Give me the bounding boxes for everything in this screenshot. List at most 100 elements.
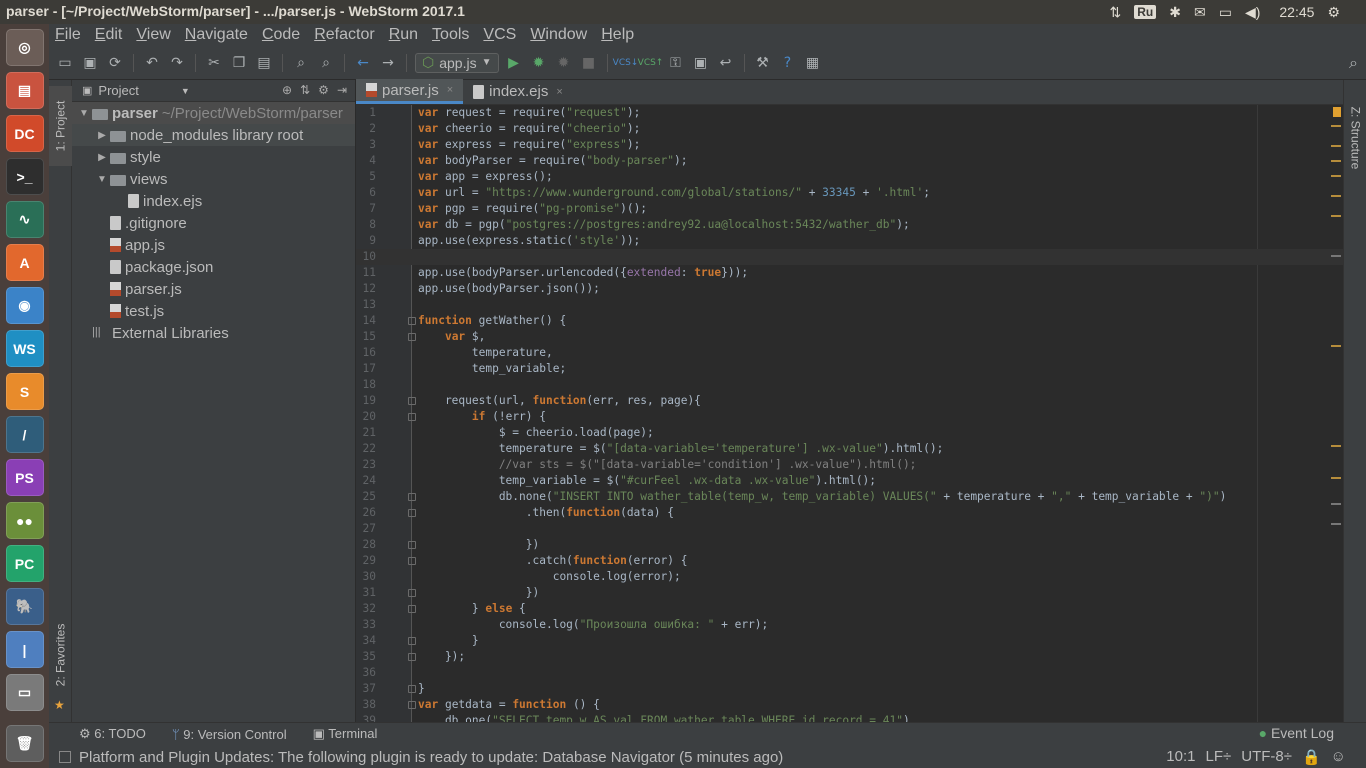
todo-tool-tab[interactable]: ⚙ 6: TODO — [79, 726, 146, 742]
tree-item[interactable]: ||| External Libraries — [72, 322, 355, 344]
code-line[interactable]: 16 temperature, — [356, 345, 1343, 361]
pycharm-icon[interactable]: PC — [5, 545, 44, 582]
bluetooth-icon[interactable]: ✱ — [1169, 4, 1181, 21]
code-line[interactable]: 39 db.one("SELECT temp_w AS val FROM wat… — [356, 713, 1343, 722]
code-line[interactable]: 13 — [356, 297, 1343, 313]
tree-item[interactable]: parser.js — [72, 278, 355, 300]
copy-icon[interactable]: ❐ — [229, 53, 249, 73]
keyboard-layout-indicator[interactable]: Ru — [1134, 5, 1157, 19]
code-line[interactable]: 23 //var sts = $("[data-variable='condit… — [356, 457, 1343, 473]
paste-icon[interactable]: ▤ — [254, 53, 274, 73]
expand-arrow-icon[interactable]: ▼ — [94, 174, 110, 185]
doublecmd-icon[interactable]: DC — [5, 115, 44, 152]
search-everywhere-icon[interactable]: ⌕ — [1349, 53, 1358, 73]
fold-marker-icon[interactable] — [408, 605, 416, 613]
code-line[interactable]: 15 var $, — [356, 329, 1343, 345]
terminal-tool-icon[interactable]: ▦ — [803, 53, 823, 73]
warning-mark[interactable] — [1331, 195, 1341, 197]
line-separator[interactable]: LF÷ — [1206, 748, 1232, 766]
clock[interactable]: 22:45 — [1279, 4, 1314, 20]
tab-index-ejs[interactable]: index.ejs × — [463, 79, 573, 104]
debug-icon[interactable]: ✹ — [529, 53, 549, 73]
back-icon[interactable]: ← — [353, 53, 373, 73]
code-line[interactable]: 12 app.use(bodyParser.json()); — [356, 281, 1343, 297]
expand-arrow-icon[interactable]: ▶ — [94, 152, 110, 163]
code-line[interactable]: 7 var pgp = require("pg-promise")(); — [356, 201, 1343, 217]
status-toggle-icon[interactable] — [59, 751, 71, 763]
code-line[interactable]: 26 .then(function(data) { — [356, 505, 1343, 521]
warning-mark[interactable] — [1331, 445, 1341, 447]
menu-refactor[interactable]: Refactor — [314, 26, 374, 44]
menu-view[interactable]: View — [136, 26, 170, 44]
code-line[interactable]: 19 request(url, function(err, res, page)… — [356, 393, 1343, 409]
vcs-commit-icon[interactable]: VCS↑ — [638, 53, 664, 73]
menu-edit[interactable]: Edit — [95, 26, 123, 44]
fold-marker-icon[interactable] — [408, 701, 416, 709]
code-line[interactable]: 21 $ = cheerio.load(page); — [356, 425, 1343, 441]
run-configuration-select[interactable]: ⬡ app.js ▼ — [415, 52, 499, 73]
menu-window[interactable]: Window — [530, 26, 587, 44]
battery-icon[interactable]: ▭ — [1219, 4, 1232, 21]
code-line[interactable]: 32 } else { — [356, 601, 1343, 617]
fold-marker-icon[interactable] — [408, 685, 416, 693]
code-line[interactable]: 10 — [356, 249, 1343, 265]
fold-marker-icon[interactable] — [408, 413, 416, 421]
code-line[interactable]: 2 var cheerio = require("cheerio"); — [356, 121, 1343, 137]
code-line[interactable]: 18 — [356, 377, 1343, 393]
expand-arrow-icon[interactable]: ▼ — [76, 108, 92, 119]
software-center-icon[interactable]: A — [5, 244, 44, 281]
menu-help[interactable]: Help — [601, 26, 634, 44]
mail-icon[interactable]: ✉ — [1194, 4, 1206, 21]
code-line[interactable]: 33 console.log("Произошла ошибка: " + er… — [356, 617, 1343, 633]
tree-item[interactable]: index.ejs — [72, 190, 355, 212]
transfer-icon[interactable]: ⇅ — [1110, 4, 1122, 21]
close-icon[interactable]: × — [556, 86, 562, 98]
code-line[interactable]: 37} — [356, 681, 1343, 697]
code-line[interactable]: 5 var app = express(); — [356, 169, 1343, 185]
terminal-icon[interactable]: >_ — [5, 158, 44, 195]
code-line[interactable]: 6 var url = "https://www.wunderground.com… — [356, 185, 1343, 201]
expand-arrow-icon[interactable]: ▶ — [94, 130, 110, 141]
fold-marker-icon[interactable] — [408, 557, 416, 565]
favorites-tool-tab[interactable]: 2: Favorites — [49, 620, 72, 690]
code-line[interactable]: 29 .catch(function(error) { — [356, 553, 1343, 569]
sublime-icon[interactable]: S — [5, 373, 44, 410]
fold-marker-icon[interactable] — [408, 509, 416, 517]
coverage-icon[interactable]: ✹ — [554, 53, 574, 73]
code-line[interactable]: 24 temp_variable = $("#curFeel .wx-data … — [356, 473, 1343, 489]
warning-mark[interactable] — [1331, 175, 1341, 177]
tree-item[interactable]: ▶ node_modules library root — [72, 124, 355, 146]
redo-icon[interactable]: ↷ — [167, 53, 187, 73]
save-icon[interactable]: ▣ — [80, 53, 100, 73]
vcs-update-icon[interactable]: VCS↓ — [613, 53, 639, 73]
vcs-tool-tab[interactable]: ᛘ 9: Version Control — [172, 727, 287, 742]
power-icon[interactable]: ⚙ — [1327, 4, 1340, 21]
terminal-tool-tab[interactable]: ▣ Terminal — [313, 726, 378, 742]
fold-marker-icon[interactable] — [408, 637, 416, 645]
vcs-revert-icon[interactable]: ↩ — [716, 53, 736, 73]
code-line[interactable]: 25 db.none("INSERT INTO wather_table(tem… — [356, 489, 1343, 505]
code-line[interactable]: 9 app.use(express.static('style')); — [356, 233, 1343, 249]
chevron-down-icon[interactable]: ▼ — [181, 86, 190, 96]
menu-file[interactable]: File — [55, 26, 81, 44]
webstorm-icon[interactable]: WS — [5, 330, 44, 367]
undo-icon[interactable]: ↶ — [142, 53, 162, 73]
fold-marker-icon[interactable] — [408, 493, 416, 501]
trash-icon[interactable]: 🗑 — [5, 725, 44, 762]
collapse-icon[interactable]: ⇅ — [300, 83, 310, 97]
project-tool-tab[interactable]: 1: Project — [49, 86, 72, 166]
replace-icon[interactable]: ⌕ — [316, 53, 336, 73]
vcs-compare-icon[interactable]: ⚿ — [666, 53, 686, 73]
error-stripe[interactable] — [1329, 105, 1343, 722]
event-log-button[interactable]: ● Event Log — [1259, 725, 1334, 741]
menu-navigate[interactable]: Navigate — [185, 26, 248, 44]
code-line[interactable]: 20 if (!err) { — [356, 409, 1343, 425]
find-icon[interactable]: ⌕ — [291, 53, 311, 73]
locate-icon[interactable]: ⊕ — [282, 83, 292, 97]
tree-item[interactable]: ▼ parser ~/Project/WebStorm/parser — [72, 102, 355, 124]
tab-parser-js[interactable]: parser.js × — [356, 79, 464, 104]
warning-mark[interactable] — [1331, 125, 1341, 127]
code-line[interactable]: 36 — [356, 665, 1343, 681]
cut-icon[interactable]: ✂ — [204, 53, 224, 73]
thermometer-icon[interactable]: | — [5, 631, 44, 668]
